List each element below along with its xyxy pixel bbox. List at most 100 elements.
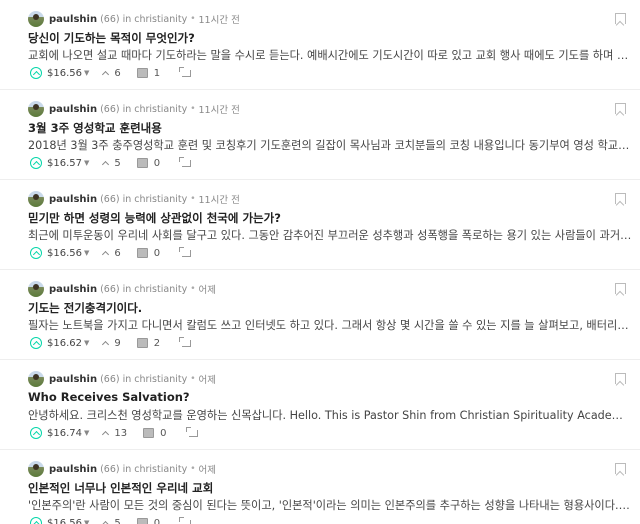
- comments-count[interactable]: 1: [136, 67, 161, 79]
- post-timestamp[interactable]: 11시간 전: [199, 192, 240, 206]
- post-footer: $16.56 ▼ 6 0: [30, 246, 192, 260]
- chevron-up-icon: [102, 70, 110, 78]
- upvote-circle-icon[interactable]: [30, 67, 42, 79]
- chevron-up-icon: [102, 250, 110, 258]
- comments-count[interactable]: 0: [136, 248, 160, 259]
- bookmark-icon[interactable]: [615, 283, 626, 294]
- payout-value[interactable]: $16.56: [47, 248, 82, 259]
- comments-count[interactable]: 0: [136, 158, 160, 169]
- author-reputation: (66): [100, 13, 120, 25]
- post-title[interactable]: 당신이 기도하는 목적이 무엇인가?: [28, 30, 195, 46]
- category-link[interactable]: christianity: [134, 104, 187, 115]
- resteem-button[interactable]: [179, 66, 192, 77]
- voters-count[interactable]: 13: [102, 428, 127, 439]
- author-name[interactable]: paulshin: [49, 104, 97, 115]
- chevron-up-icon: [102, 340, 110, 348]
- avatar[interactable]: [28, 191, 44, 207]
- meta-separator: •: [190, 284, 196, 294]
- author-name[interactable]: paulshin: [49, 194, 97, 205]
- resteem-button[interactable]: [179, 156, 192, 167]
- upvote-circle-icon[interactable]: [30, 517, 42, 524]
- voters-count[interactable]: 5: [102, 158, 121, 169]
- post-summary[interactable]: paulshin (66) in christianity • 11시간 전 3…: [0, 90, 640, 180]
- post-summary[interactable]: paulshin (66) in christianity • 어제 기도는 전…: [0, 270, 640, 360]
- chevron-up-icon: [102, 430, 110, 438]
- comments-count[interactable]: 0: [136, 518, 160, 524]
- category-link[interactable]: christianity: [134, 374, 187, 385]
- upvote-circle-icon[interactable]: [30, 157, 42, 169]
- post-excerpt[interactable]: 최근에 미투운동이 우리네 사회를 달구고 있다. 그동안 감추어진 부끄러운 …: [28, 227, 632, 243]
- comments-count[interactable]: 0: [143, 428, 167, 439]
- post-excerpt[interactable]: 필자는 노트북을 가지고 다니면서 칼럼도 쓰고 인터넷도 하고 있다. 그래서…: [28, 317, 632, 333]
- payout-value[interactable]: $16.57: [47, 158, 82, 169]
- upvote-circle-icon[interactable]: [30, 247, 42, 259]
- post-timestamp[interactable]: 어제: [199, 462, 216, 476]
- resteem-button[interactable]: [179, 336, 192, 347]
- resteem-button[interactable]: [185, 426, 198, 437]
- bookmark-icon[interactable]: [615, 103, 626, 114]
- post-summary[interactable]: paulshin (66) in christianity • 어제 인본적인 …: [0, 450, 640, 524]
- avatar[interactable]: [28, 101, 44, 117]
- author-name[interactable]: paulshin: [49, 374, 97, 385]
- caret-down-icon[interactable]: ▼: [84, 339, 89, 347]
- payout-value[interactable]: $16.62: [47, 338, 82, 349]
- caret-down-icon[interactable]: ▼: [84, 429, 89, 437]
- voters-count[interactable]: 5: [102, 518, 121, 524]
- post-footer: $16.74 ▼ 13 0: [30, 426, 198, 440]
- post-timestamp[interactable]: 11시간 전: [199, 102, 240, 116]
- caret-down-icon[interactable]: ▼: [84, 249, 89, 257]
- caret-down-icon[interactable]: ▼: [84, 519, 89, 524]
- post-title[interactable]: 기도는 전기충격기이다.: [28, 300, 142, 316]
- comments-value: 1: [153, 67, 161, 79]
- bookmark-icon[interactable]: [615, 463, 626, 474]
- comments-count[interactable]: 2: [136, 337, 161, 349]
- voters-count[interactable]: 9: [102, 338, 121, 349]
- avatar[interactable]: [28, 461, 44, 477]
- bookmark-icon[interactable]: [615, 193, 626, 204]
- category-link[interactable]: christianity: [134, 464, 187, 475]
- post-title[interactable]: Who Receives Salvation?: [28, 390, 190, 404]
- comments-value: 2: [153, 337, 161, 349]
- voters-count[interactable]: 6: [102, 68, 121, 79]
- post-timestamp[interactable]: 11시간 전: [199, 12, 240, 26]
- post-meta: paulshin (66) in christianity • 어제: [28, 370, 216, 388]
- author-reputation: (66): [100, 463, 120, 475]
- author-name[interactable]: paulshin: [49, 284, 97, 295]
- post-timestamp[interactable]: 어제: [199, 372, 216, 386]
- post-summary[interactable]: paulshin (66) in christianity • 11시간 전 당…: [0, 0, 640, 90]
- avatar[interactable]: [28, 371, 44, 387]
- post-excerpt[interactable]: 2018년 3월 3주 충주영성학교 훈련 및 코칭후기 기도훈련의 길잡이 목…: [28, 137, 632, 153]
- resteem-button[interactable]: [179, 516, 192, 524]
- resteem-icon: [179, 246, 192, 257]
- post-title[interactable]: 믿기만 하면 성령의 능력에 상관없이 천국에 가는가?: [28, 210, 281, 226]
- upvote-circle-icon[interactable]: [30, 427, 42, 439]
- post-excerpt[interactable]: '인본주의'란 사람이 모든 것의 중심이 된다는 뜻이고, '인본적'이라는 …: [28, 497, 632, 513]
- author-reputation: (66): [100, 283, 120, 295]
- upvote-circle-icon[interactable]: [30, 337, 42, 349]
- category-link[interactable]: christianity: [134, 194, 187, 205]
- caret-down-icon[interactable]: ▼: [84, 69, 89, 77]
- category-link[interactable]: christianity: [134, 14, 187, 25]
- category-link[interactable]: christianity: [134, 284, 187, 295]
- post-title[interactable]: 3월 3주 영성학교 훈련내용: [28, 120, 162, 136]
- payout-value[interactable]: $16.56: [47, 68, 82, 79]
- resteem-button[interactable]: [179, 246, 192, 257]
- post-title[interactable]: 인본적인 너무나 인본적인 우리네 교회: [28, 480, 213, 496]
- post-timestamp[interactable]: 어제: [199, 282, 216, 296]
- avatar[interactable]: [28, 281, 44, 297]
- payout-value[interactable]: $16.74: [47, 428, 82, 439]
- author-name[interactable]: paulshin: [49, 14, 97, 25]
- bookmark-icon[interactable]: [615, 13, 626, 24]
- payout-value[interactable]: $16.56: [47, 518, 82, 524]
- avatar[interactable]: [28, 11, 44, 27]
- post-meta: paulshin (66) in christianity • 11시간 전: [28, 10, 240, 28]
- author-name[interactable]: paulshin: [49, 464, 97, 475]
- meta-separator: •: [190, 374, 196, 384]
- post-excerpt[interactable]: 교회에 나오면 설교 때마다 기도하라는 말을 수시로 듣는다. 예배시간에도 …: [28, 47, 632, 63]
- post-summary[interactable]: paulshin (66) in christianity • 어제 Who R…: [0, 360, 640, 450]
- post-excerpt[interactable]: 안녕하세요. 크리스천 영성학교를 운영하는 신목삽니다. Hello. Thi…: [28, 407, 632, 423]
- post-summary[interactable]: paulshin (66) in christianity • 11시간 전 믿…: [0, 180, 640, 270]
- bookmark-icon[interactable]: [615, 373, 626, 384]
- caret-down-icon[interactable]: ▼: [84, 159, 89, 167]
- voters-count[interactable]: 6: [102, 248, 121, 259]
